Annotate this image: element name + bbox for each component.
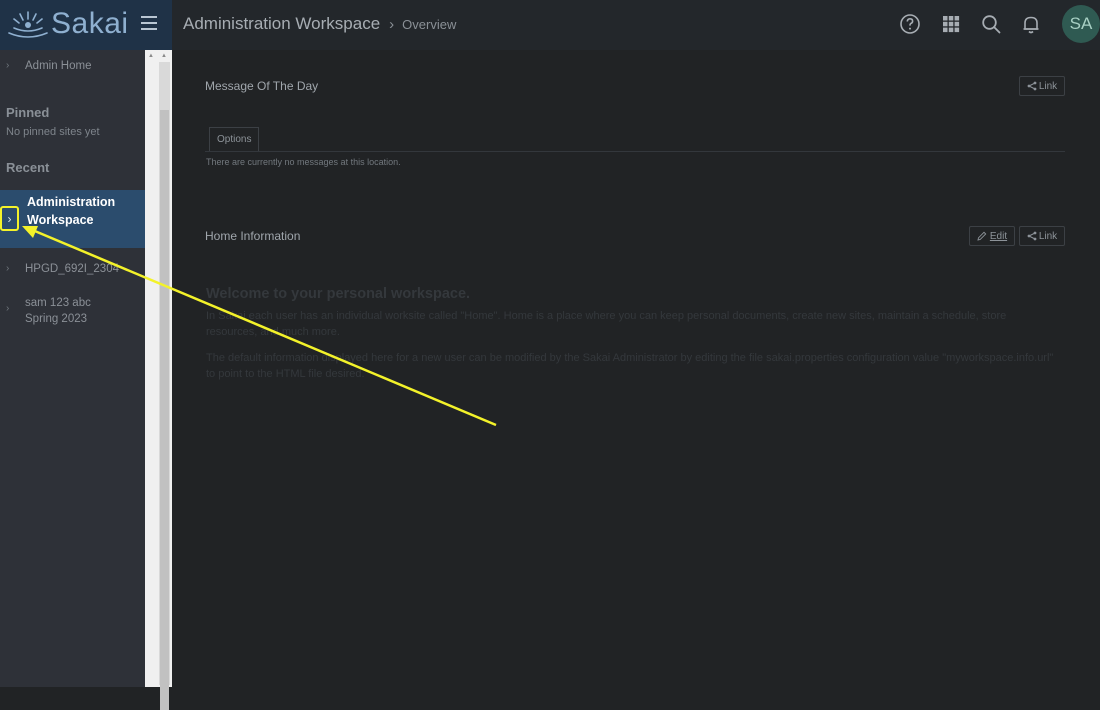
- top-header: Sakai Administration Workspace › Overvie…: [0, 0, 1100, 50]
- chevron-right-icon: ›: [6, 303, 10, 314]
- share-icon: [1027, 231, 1037, 241]
- motd-title: Message Of The Day: [205, 79, 319, 93]
- edit-button[interactable]: Edit: [969, 226, 1015, 246]
- scroll-up-icon[interactable]: ▲: [161, 53, 167, 59]
- sidebar-item-label: sam 123 abc Spring 2023: [25, 297, 91, 325]
- info-paragraph: The default information displayed here f…: [206, 352, 1054, 380]
- welcome-heading: Welcome to your personal workspace.: [206, 286, 471, 302]
- chevron-right-icon: ›: [6, 60, 10, 71]
- site-nav-sidebar: › Admin Home Pinned No pinned sites yet …: [0, 50, 145, 687]
- edit-label: Edit: [989, 230, 1008, 242]
- motd-link-button[interactable]: Link: [1019, 76, 1065, 96]
- menu-toggle-icon[interactable]: [141, 16, 157, 30]
- motd-empty-text: There are currently no messages at this …: [206, 157, 401, 167]
- link-label: Link: [1038, 80, 1058, 92]
- share-icon: [1027, 81, 1037, 91]
- help-icon[interactable]: [899, 13, 921, 35]
- sidebar-scrollbar[interactable]: ▲ ▲: [145, 50, 172, 710]
- divider: [205, 151, 1065, 152]
- sidebar-item-label: HPGD_692I_2304: [25, 263, 119, 275]
- sakai-logo-icon: [8, 11, 48, 38]
- pencil-icon: [977, 231, 987, 241]
- scroll-thumb[interactable]: [160, 110, 169, 710]
- apps-grid-icon[interactable]: [940, 13, 962, 35]
- chevron-right-icon: ›: [6, 263, 10, 274]
- breadcrumb-page: Overview: [402, 16, 457, 32]
- bell-icon[interactable]: [1020, 13, 1042, 35]
- tab-options[interactable]: Options: [209, 127, 260, 151]
- home-info-link-button[interactable]: Link: [1019, 226, 1065, 246]
- scroll-up-icon[interactable]: ▲: [148, 53, 154, 59]
- logo-text: Sakai: [51, 7, 129, 40]
- link-label: Link: [1038, 230, 1058, 242]
- sidebar-item-label: Administration Workspace: [27, 195, 116, 227]
- breadcrumb-site[interactable]: Administration Workspace: [183, 14, 380, 34]
- main-content: Message Of The Day Link Options There ar…: [172, 50, 1100, 687]
- sidebar-item-administration-workspace[interactable]: › Administration Workspace: [0, 190, 145, 248]
- recent-heading: Recent: [6, 160, 50, 175]
- home-info-title: Home Information: [205, 229, 301, 243]
- sidebar-item-label: Admin Home: [25, 60, 92, 72]
- avatar[interactable]: SA: [1062, 5, 1100, 43]
- welcome-paragraph: In Sakai each user has an individual wor…: [206, 310, 1007, 338]
- search-icon[interactable]: [980, 13, 1002, 35]
- pinned-heading: Pinned: [6, 105, 50, 120]
- breadcrumb: Administration Workspace › Overview: [183, 14, 456, 34]
- pinned-empty-text: No pinned sites yet: [6, 126, 100, 138]
- chevron-right-icon[interactable]: ›: [0, 206, 19, 231]
- chevron-right-icon: ›: [389, 15, 395, 33]
